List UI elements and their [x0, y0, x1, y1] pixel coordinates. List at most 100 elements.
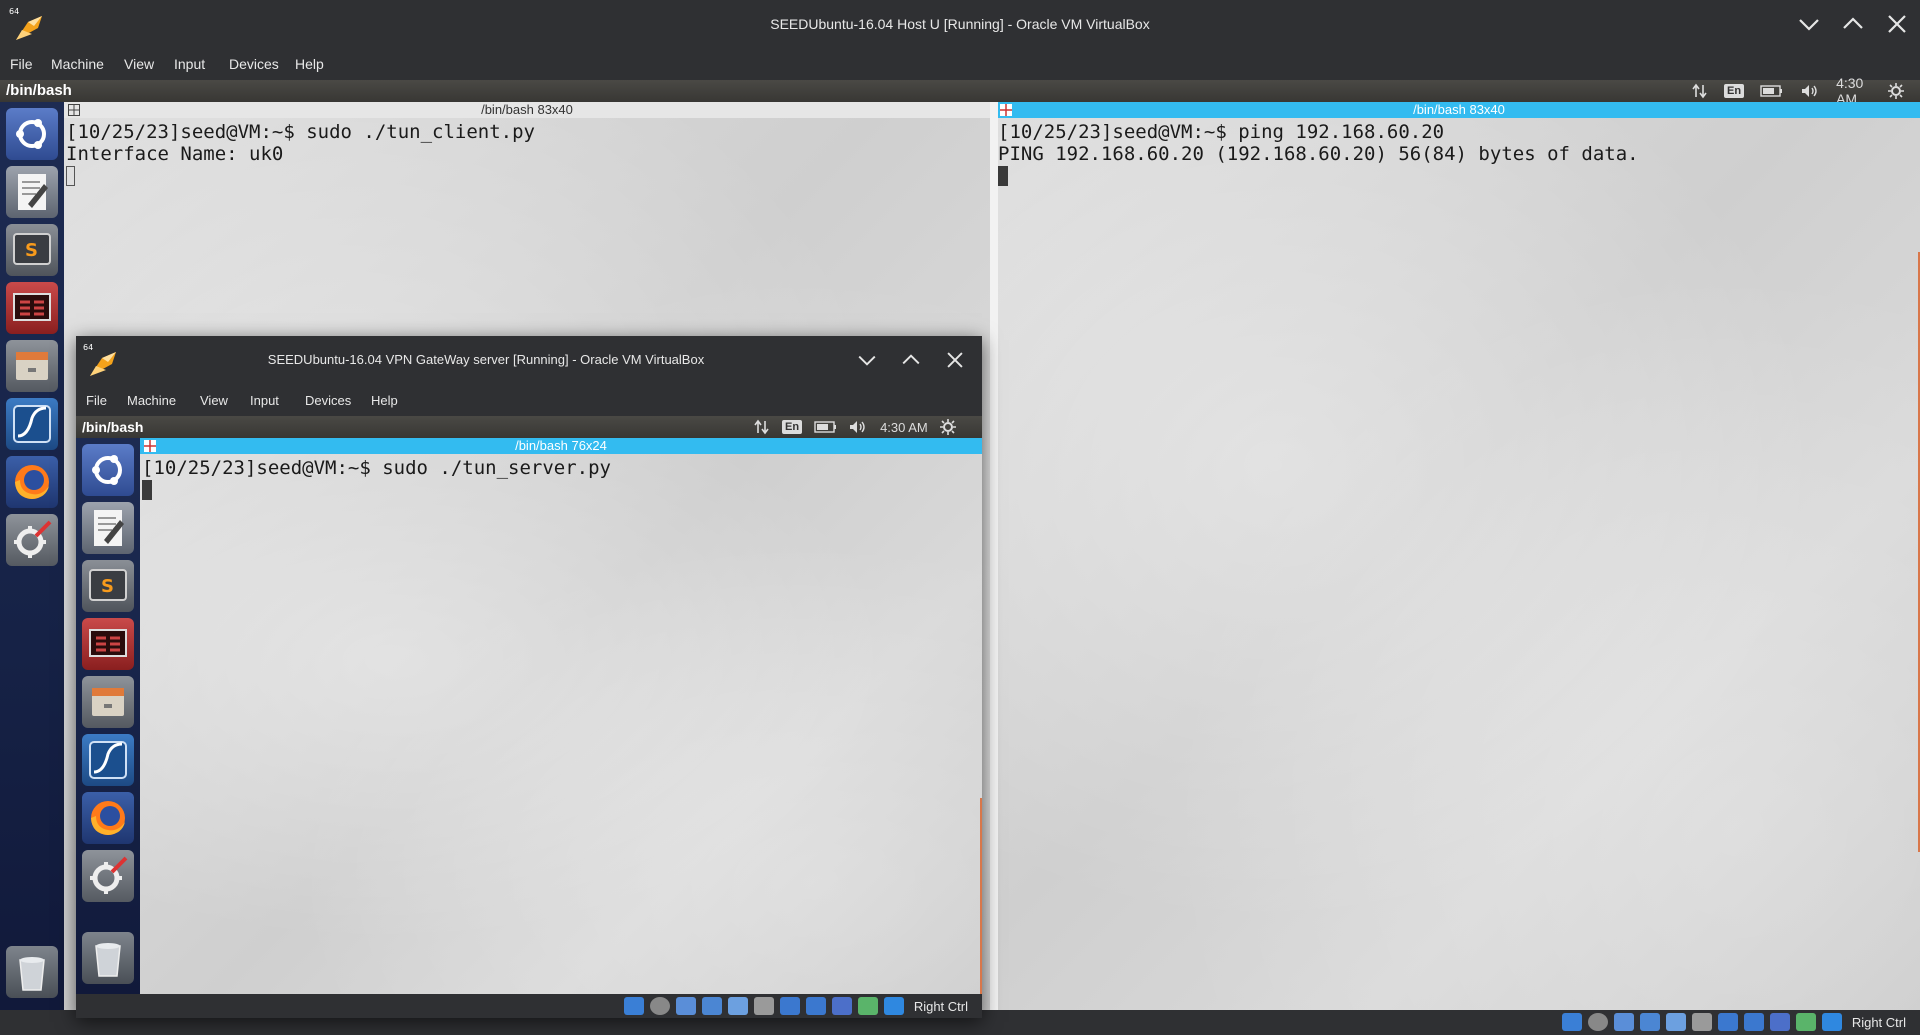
right-terminal-cursor: [998, 166, 1008, 186]
ubuntu-dash-icon[interactable]: [82, 444, 134, 496]
menu-machine[interactable]: Machine: [127, 393, 176, 408]
usb-icon[interactable]: [727, 997, 748, 1015]
text-editor-icon[interactable]: [6, 166, 58, 218]
keyboard-lang-indicator[interactable]: En: [782, 420, 803, 434]
firefox-icon[interactable]: [6, 456, 58, 508]
terminal-split-icon[interactable]: [144, 440, 156, 452]
vt-x-icon[interactable]: [1769, 1013, 1790, 1031]
volume-icon[interactable]: [1800, 83, 1820, 99]
gateway-window-title: SEEDUbuntu-16.04 VPN GateWay server [Run…: [267, 352, 705, 367]
gateway-terminal-scrollbar[interactable]: [980, 798, 982, 994]
gateway-vm-window[interactable]: 64 SEEDUbuntu-16.04 VPN GateWay server […: [76, 336, 982, 1018]
menu-help[interactable]: Help: [371, 393, 398, 408]
audio-icon[interactable]: [675, 997, 696, 1015]
terminal-divider[interactable]: [990, 102, 998, 1010]
maximize-icon[interactable]: [1838, 9, 1868, 39]
close-icon[interactable]: [1882, 9, 1912, 39]
text-editor-icon[interactable]: [82, 502, 134, 554]
minimize-icon[interactable]: [1794, 9, 1824, 39]
gateway-terminal[interactable]: /bin/bash 76x24 [10/25/23]seed@VM:~$ sud…: [140, 438, 982, 994]
keyboard-lang-indicator[interactable]: En: [1724, 84, 1745, 98]
display-icon[interactable]: [779, 997, 800, 1015]
right-terminal[interactable]: /bin/bash 83x40 [10/25/23]seed@VM:~$ pin…: [998, 102, 1920, 1010]
system-settings-icon[interactable]: [82, 850, 134, 902]
system-tray: En 4:30 AM: [754, 416, 956, 438]
left-terminal-line-2: Interface Name: uk0: [66, 143, 284, 165]
hdd-icon[interactable]: [1561, 1013, 1582, 1031]
gateway-terminal-cursor: [142, 480, 152, 500]
vt-x-icon[interactable]: [831, 997, 852, 1015]
guest-top-panel: /bin/bash En 4:30 AM: [0, 75, 1920, 107]
system-tray: En 4:30 AM: [1692, 75, 1920, 107]
network-icon[interactable]: [1692, 83, 1708, 99]
close-icon[interactable]: [942, 347, 968, 373]
video-capture-icon[interactable]: [805, 997, 826, 1015]
menu-help[interactable]: Help: [295, 48, 324, 80]
system-settings-icon[interactable]: [6, 514, 58, 566]
left-terminal-header: /bin/bash 83x40: [64, 102, 990, 118]
menu-machine[interactable]: Machine: [51, 48, 104, 80]
hdd-icon[interactable]: [623, 997, 644, 1015]
right-terminal-line-2: PING 192.168.60.20 (192.168.60.20) 56(84…: [998, 143, 1639, 165]
menu-input[interactable]: Input: [174, 48, 205, 80]
audio-icon[interactable]: [1613, 1013, 1634, 1031]
menu-devices[interactable]: Devices: [305, 393, 351, 408]
sublime-text-icon[interactable]: S: [6, 224, 58, 276]
mouse-integration-icon[interactable]: [1821, 1013, 1842, 1031]
gateway-menubar: File Machine View Input Devices Help: [76, 384, 982, 416]
gateway-terminal-line-1: [10/25/23]seed@VM:~$ sudo ./tun_server.p…: [142, 457, 611, 479]
sublime-text-icon[interactable]: S: [82, 560, 134, 612]
wireshark-icon[interactable]: [6, 398, 58, 450]
optical-drive-icon[interactable]: [649, 997, 670, 1015]
settings-gear-icon[interactable]: [1888, 83, 1904, 99]
gateway-guest-panel: /bin/bash En 4:30 AM: [76, 416, 982, 438]
gateway-titlebar[interactable]: 64 SEEDUbuntu-16.04 VPN GateWay server […: [76, 336, 982, 384]
wireshark-icon[interactable]: [82, 734, 134, 786]
usb-icon[interactable]: [1665, 1013, 1686, 1031]
network-icon[interactable]: [754, 419, 770, 435]
gateway-launcher: S: [76, 438, 140, 994]
minimize-icon[interactable]: [854, 347, 880, 373]
gateway-statusbar: Right Ctrl: [76, 994, 982, 1018]
menu-input[interactable]: Input: [250, 393, 279, 408]
display-icon[interactable]: [1717, 1013, 1738, 1031]
terminal-icon[interactable]: [6, 282, 58, 334]
panel-app-title: /bin/bash: [82, 419, 144, 435]
guest-additions-icon[interactable]: [1795, 1013, 1816, 1031]
left-terminal-title: /bin/bash 83x40: [481, 102, 573, 117]
file-manager-icon[interactable]: [6, 340, 58, 392]
menu-view[interactable]: View: [200, 393, 228, 408]
optical-drive-icon[interactable]: [1587, 1013, 1608, 1031]
volume-icon[interactable]: [848, 419, 868, 435]
mouse-integration-icon[interactable]: [883, 997, 904, 1015]
video-capture-icon[interactable]: [1743, 1013, 1764, 1031]
clock[interactable]: 4:30 AM: [880, 420, 928, 435]
network-adapter-icon[interactable]: [701, 997, 722, 1015]
svg-text:S: S: [101, 576, 114, 597]
terminal-icon[interactable]: [82, 618, 134, 670]
right-terminal-title: /bin/bash 83x40: [1413, 102, 1505, 117]
trash-icon[interactable]: [6, 946, 58, 998]
host-key-label: Right Ctrl: [1851, 1014, 1906, 1030]
terminal-split-icon[interactable]: [1000, 104, 1012, 116]
shared-folders-icon[interactable]: [753, 997, 774, 1015]
menu-devices[interactable]: Devices: [229, 48, 279, 80]
host-window-title: SEEDUbuntu-16.04 Host U [Running] - Orac…: [770, 16, 1150, 32]
network-adapter-icon[interactable]: [1639, 1013, 1660, 1031]
guest-additions-icon[interactable]: [857, 997, 878, 1015]
battery-icon[interactable]: [814, 420, 838, 434]
unity-launcher: S: [0, 102, 64, 1010]
terminal-split-icon[interactable]: [68, 104, 80, 116]
menu-view[interactable]: View: [124, 48, 154, 80]
menu-file[interactable]: File: [10, 48, 33, 80]
settings-gear-icon[interactable]: [939, 419, 956, 435]
menu-file[interactable]: File: [86, 393, 107, 408]
shared-folders-icon[interactable]: [1691, 1013, 1712, 1031]
file-manager-icon[interactable]: [82, 676, 134, 728]
battery-icon[interactable]: [1760, 84, 1784, 98]
ubuntu-dash-icon[interactable]: [6, 108, 58, 160]
host-titlebar[interactable]: 64 SEEDUbuntu-16.04 Host U [Running] - O…: [0, 0, 1920, 48]
trash-icon[interactable]: [82, 932, 134, 984]
firefox-icon[interactable]: [82, 792, 134, 844]
maximize-icon[interactable]: [898, 347, 924, 373]
